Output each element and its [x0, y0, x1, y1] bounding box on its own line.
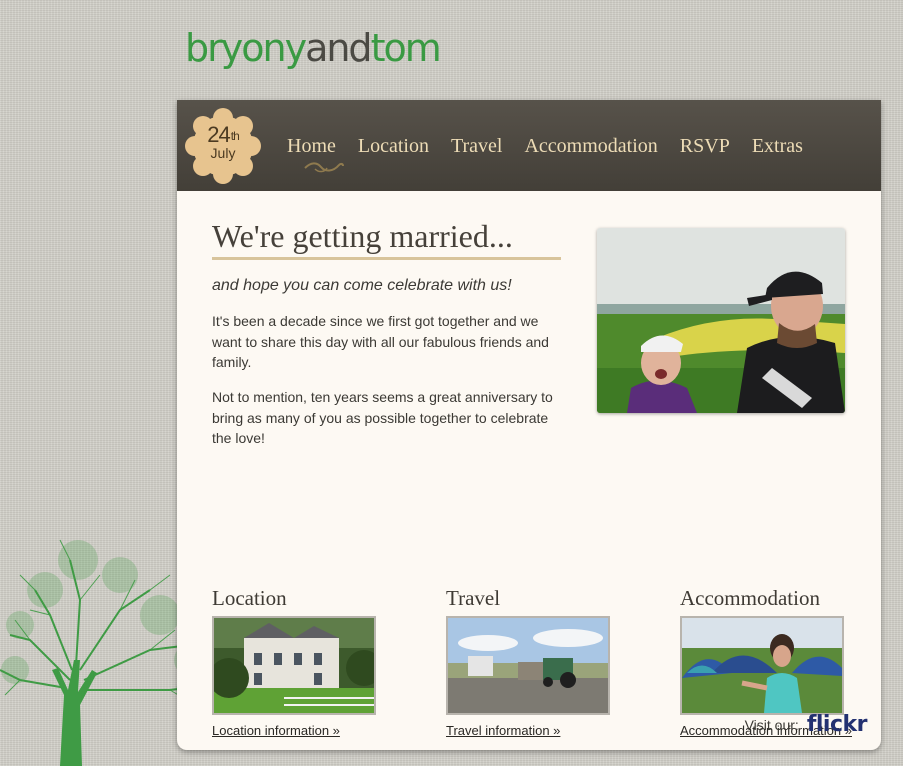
- section-location: Location Location information »: [212, 585, 412, 740]
- main-nav: Home Location Travel Accommodation RSVP …: [287, 133, 803, 159]
- location-info-link[interactable]: Location information »: [212, 723, 340, 738]
- logo-part-tom: tom: [370, 26, 442, 70]
- main-card: 24th July Home Location Travel Accommoda…: [177, 100, 881, 750]
- logo-part-and: and: [305, 26, 372, 70]
- section-accommodation-title: Accommodation: [680, 586, 820, 610]
- section-travel: Travel Travel information »: [446, 585, 646, 740]
- badge-suffix: th: [230, 129, 240, 143]
- nav-accommodation[interactable]: Accommodation: [524, 133, 657, 159]
- section-travel-title: Travel: [446, 586, 501, 610]
- visit-our-label: Visit our:: [744, 716, 799, 733]
- active-swirl-icon: [304, 162, 344, 173]
- site-logo[interactable]: bryonyandtom: [185, 24, 442, 72]
- nav-extras[interactable]: Extras: [752, 133, 803, 159]
- nav-home[interactable]: Home: [287, 133, 336, 159]
- tagline: and hope you can come celebrate with us!: [212, 277, 512, 294]
- nav-bar: 24th July Home Location Travel Accommoda…: [177, 100, 881, 191]
- travel-info-link[interactable]: Travel information »: [446, 723, 560, 738]
- badge-day: 24: [207, 122, 231, 147]
- footer: Visit our: flickr: [744, 712, 868, 737]
- accommodation-thumbnail[interactable]: [680, 616, 844, 715]
- section-location-title: Location: [212, 586, 287, 610]
- travel-thumbnail[interactable]: [446, 616, 610, 715]
- badge-month: July: [210, 145, 236, 161]
- location-thumbnail[interactable]: [212, 616, 376, 715]
- nav-location[interactable]: Location: [358, 133, 429, 159]
- page-headline: We're getting married...: [212, 217, 561, 260]
- logo-part-bryony: bryony: [185, 26, 307, 70]
- flickr-logo-link[interactable]: flickr: [807, 712, 868, 737]
- date-badge: 24th July: [185, 122, 261, 161]
- intro-paragraph-1: It's been a decade since we first got to…: [212, 313, 549, 370]
- hero-photo: [597, 228, 845, 413]
- intro-paragraph-2: Not to mention, ten years seems a great …: [212, 389, 553, 446]
- nav-rsvp[interactable]: RSVP: [680, 133, 730, 159]
- nav-travel[interactable]: Travel: [451, 133, 502, 159]
